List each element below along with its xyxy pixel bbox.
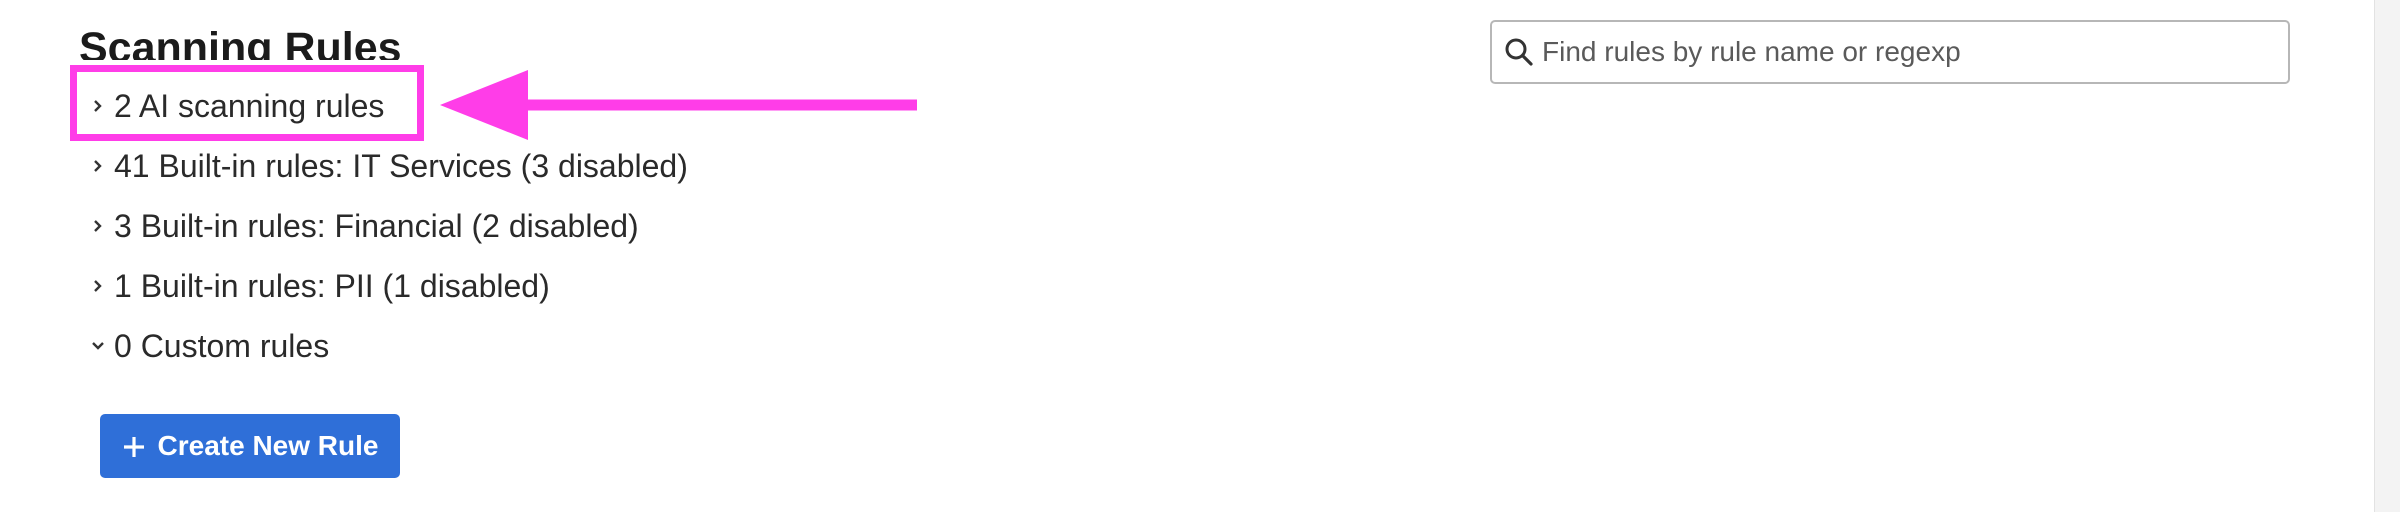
rule-group-label: 3 Built-in rules: Financial (2 disabled) (114, 207, 639, 244)
rule-group-pii[interactable]: 1 Built-in rules: PII (1 disabled) (90, 266, 550, 306)
chevron-right-icon (90, 278, 106, 294)
chevron-down-icon (90, 338, 106, 354)
chevron-right-icon (90, 218, 106, 234)
plus-icon (122, 434, 146, 458)
create-new-rule-button[interactable]: Create New Rule (100, 414, 400, 478)
rule-group-financial[interactable]: 3 Built-in rules: Financial (2 disabled) (90, 206, 639, 246)
search-icon (1504, 37, 1534, 67)
vertical-scrollbar[interactable] (2374, 0, 2400, 512)
rule-group-custom[interactable]: 0 Custom rules (90, 326, 329, 366)
highlight-annotation (70, 65, 424, 141)
rule-group-label: 1 Built-in rules: PII (1 disabled) (114, 267, 550, 304)
rule-group-it-services[interactable]: 41 Built-in rules: IT Services (3 disabl… (90, 146, 688, 186)
search-input[interactable] (1542, 36, 2272, 68)
search-box[interactable] (1490, 20, 2290, 84)
arrow-annotation (440, 70, 917, 140)
rule-group-label: 0 Custom rules (114, 327, 330, 364)
rule-group-list: 2 AI scanning rules 41 Built-in rules: I… (90, 0, 1090, 400)
rule-group-label: 41 Built-in rules: IT Services (3 disabl… (114, 147, 688, 184)
create-new-rule-label: Create New Rule (157, 430, 379, 461)
chevron-right-icon (90, 158, 106, 174)
